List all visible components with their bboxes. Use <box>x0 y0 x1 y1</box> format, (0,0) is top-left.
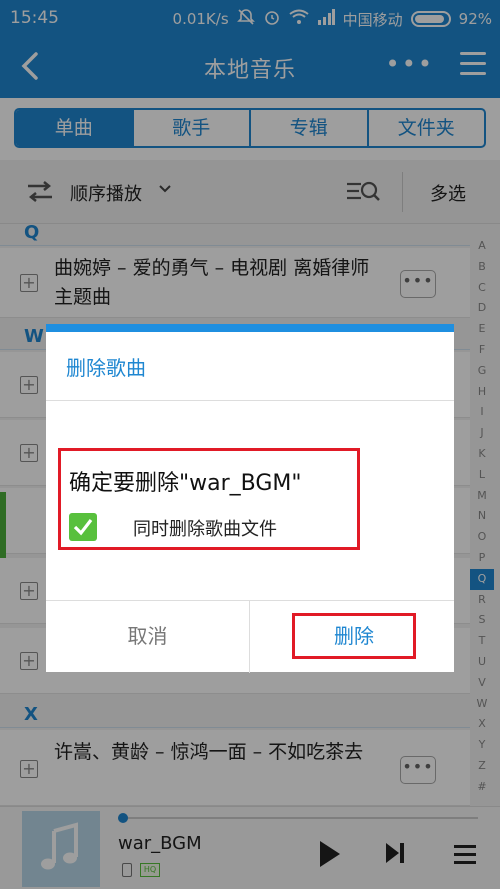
delete-file-checkbox[interactable] <box>69 513 97 541</box>
confirm-highlight-box: 确定要删除"war_BGM" 同时删除歌曲文件 <box>58 448 360 550</box>
dialog-accent-bar <box>46 324 454 332</box>
dialog-title: 删除歌曲 <box>66 356 146 380</box>
cancel-button[interactable]: 取消 <box>46 601 250 673</box>
dialog-divider <box>46 400 454 401</box>
delete-button[interactable]: 删除 <box>292 613 416 659</box>
delete-song-dialog: 删除歌曲 确定要删除"war_BGM" 同时删除歌曲文件 取消 删除 <box>46 324 454 673</box>
dialog-buttons: 取消 删除 <box>46 600 454 673</box>
delete-file-label[interactable]: 同时删除歌曲文件 <box>133 515 277 541</box>
confirm-message: 确定要删除"war_BGM" <box>69 471 302 496</box>
checkmark-icon <box>73 519 93 536</box>
